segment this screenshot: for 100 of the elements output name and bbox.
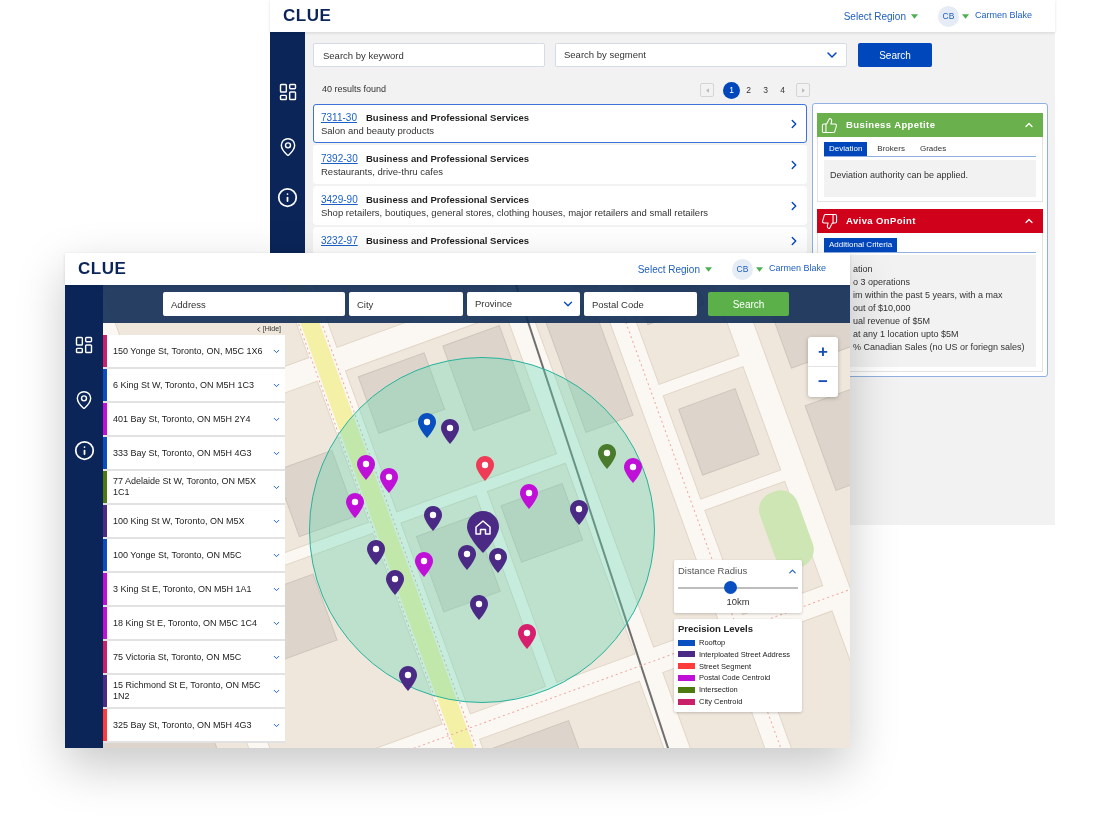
dashboard-icon[interactable] [277,82,298,102]
address-list-item[interactable]: 333 Bay St, Toronto, ON M5H 4G3 [103,437,285,471]
result-row[interactable]: 7311-30 Business and Professional Services Salon and beauty products [313,104,807,143]
address-list-item[interactable]: 77 Adelaide St W, Toronto, ON M5X 1C1 [103,471,285,505]
user-avatar[interactable]: CB [937,5,959,27]
address-list-item[interactable]: 325 Bay St, Toronto, ON M5H 4G3 [103,709,285,743]
segment-code-link[interactable]: 3429-90 [321,193,358,206]
note-text: Deviation authority can be applied. [830,169,970,181]
address-list-item[interactable]: 75 Victoria St, Toronto, ON M5C [103,641,285,675]
address-list-item[interactable]: 100 Yonge St, Toronto, ON M5C [103,539,285,573]
map-pin-icon[interactable] [458,545,476,570]
segment-title: Business and Professional Services [366,152,530,165]
caret-icon [704,266,712,272]
address-list-item[interactable]: 6 King St W, Toronto, ON M5H 1C3 [103,369,285,403]
segment-select[interactable]: Search by segment [555,43,847,67]
segment-description: Restaurants, drive-thru cafes [321,165,444,178]
map-pin-icon[interactable] [415,552,433,577]
legend-title: Precision Levels [678,621,754,636]
home-marker-icon[interactable] [467,511,499,553]
map-pin-icon[interactable] [424,506,442,531]
region-select[interactable]: Select Region [843,8,918,24]
criteria-text: o 3 operations [853,276,912,289]
dashboard-icon[interactable] [74,335,94,355]
section-header[interactable]: Aviva OnPoint [817,209,1043,233]
address-list-item[interactable]: 401 Bay St, Toronto, ON M5H 2Y4 [103,403,285,437]
section-title: Aviva OnPoint [846,213,917,228]
info-icon[interactable] [73,440,95,461]
thumbs-up-icon [821,116,838,134]
map-pin-icon[interactable] [399,666,417,691]
user-avatar[interactable]: CB [731,258,753,280]
page-button[interactable]: 1 [723,81,740,99]
map-pin-icon[interactable] [346,493,364,518]
address-list-item[interactable]: 150 Yonge St, Toronto, ON, M5C 1X6 [103,335,285,369]
segment-title: Business and Professional Services [366,235,530,247]
criteria-text: ual revenue of $5M [853,315,932,328]
info-icon[interactable] [277,187,298,208]
thumbs-down-icon [821,212,838,230]
search-field[interactable]: Address [163,292,345,316]
slider-thumb[interactable] [724,581,738,595]
map-pin-icon[interactable] [570,500,588,525]
map-pin-icon[interactable] [367,540,385,565]
search-button[interactable]: Search [858,43,932,67]
criteria-text: im within the past 5 years, with a max [853,289,1004,302]
caret-icon [961,13,969,19]
map-pin-icon[interactable] [380,468,398,493]
panel-tab[interactable]: Deviation [824,142,868,156]
address-list-item[interactable]: 3 King St E, Toronto, ON M5H 1A1 [103,573,285,607]
panel-tab[interactable]: Grades [914,142,952,156]
caret-icon [755,266,763,272]
page-button[interactable]: 4 [774,81,791,99]
segment-code-link[interactable]: 3232-97 [321,235,358,247]
map-pin-icon[interactable] [598,444,616,469]
region-select[interactable]: Select Region [637,261,712,277]
segment-code-link[interactable]: 7311-30 [321,111,357,124]
panel-tab[interactable]: Additional Criteria [824,238,898,252]
distance-reading: 10km [726,595,750,610]
result-row[interactable]: 3429-90 Business and Professional Services Shop retailers, boutiques, general stores, clothing houses, major retailers and small retailers [313,186,807,225]
user-name-button[interactable]: Carmen Blake [974,9,1032,23]
page-button[interactable]: 2 [740,81,757,99]
section-title: Business Appetite [846,117,937,132]
location-pin-icon[interactable] [74,390,94,410]
segment-title: Business and Professional Services [366,111,530,124]
result-row[interactable]: 3232-97 Business and Professional Services [313,227,807,254]
dropdown-field[interactable]: Province [467,292,580,316]
criteria-text: ation [853,263,874,276]
map-pin-icon[interactable] [518,624,536,649]
address-list-item[interactable]: 15 Richmond St E, Toronto, ON M5C 1N2 [103,675,285,709]
map-pin-icon[interactable] [489,548,507,573]
criteria-text: out of $10,000 [853,302,912,315]
map-pin-icon[interactable] [357,455,375,480]
search-field[interactable]: Postal Code [584,292,697,316]
map-pin-icon[interactable] [624,458,642,483]
app-logo[interactable]: CLUE [283,3,332,29]
map-pin-icon[interactable] [386,570,404,595]
search-field[interactable]: City [349,292,463,316]
segment-description: Salon and beauty products [321,124,436,137]
map-pin-icon[interactable] [418,413,436,438]
panel-tab[interactable]: Brokers [872,142,910,156]
caret-right-icon [801,87,805,93]
chevron-left-icon [254,325,262,333]
criteria-text: % Canadian Sales (no US or foriegn sales) [853,341,1026,354]
address-list-item[interactable]: 18 King St E, Toronto, ON M5C 1C4 [103,607,285,641]
distance-slider[interactable] [678,581,798,595]
zoom-out-button[interactable]: − [808,367,838,397]
map-pin-icon[interactable] [470,595,488,620]
result-row[interactable]: 7392-30 Business and Professional Services Restaurants, drive-thru cafes [313,145,807,184]
user-name-button[interactable]: Carmen Blake [768,262,826,276]
address-list-item[interactable]: 100 King St W, Toronto, ON M5X [103,505,285,539]
segment-title: Business and Professional Services [366,193,530,206]
zoom-in-button[interactable]: + [808,337,838,367]
distance-radius-title: Distance Radius [678,564,748,578]
segment-description: Shop retailers, boutiques, general stores, clothing houses, major retailers and small retailers [321,206,710,219]
app-logo[interactable]: CLUE [78,256,127,282]
segment-code-link[interactable]: 7392-30 [321,152,358,165]
results-count: 40 results found [322,83,387,97]
keyword-search-field[interactable]: Search by keyword [313,43,545,67]
map-pin-icon[interactable] [520,484,538,509]
map-pin-icon[interactable] [441,419,459,444]
criteria-text: at any 1 location upto $5M [853,328,960,341]
page-button[interactable]: 3 [757,81,774,99]
